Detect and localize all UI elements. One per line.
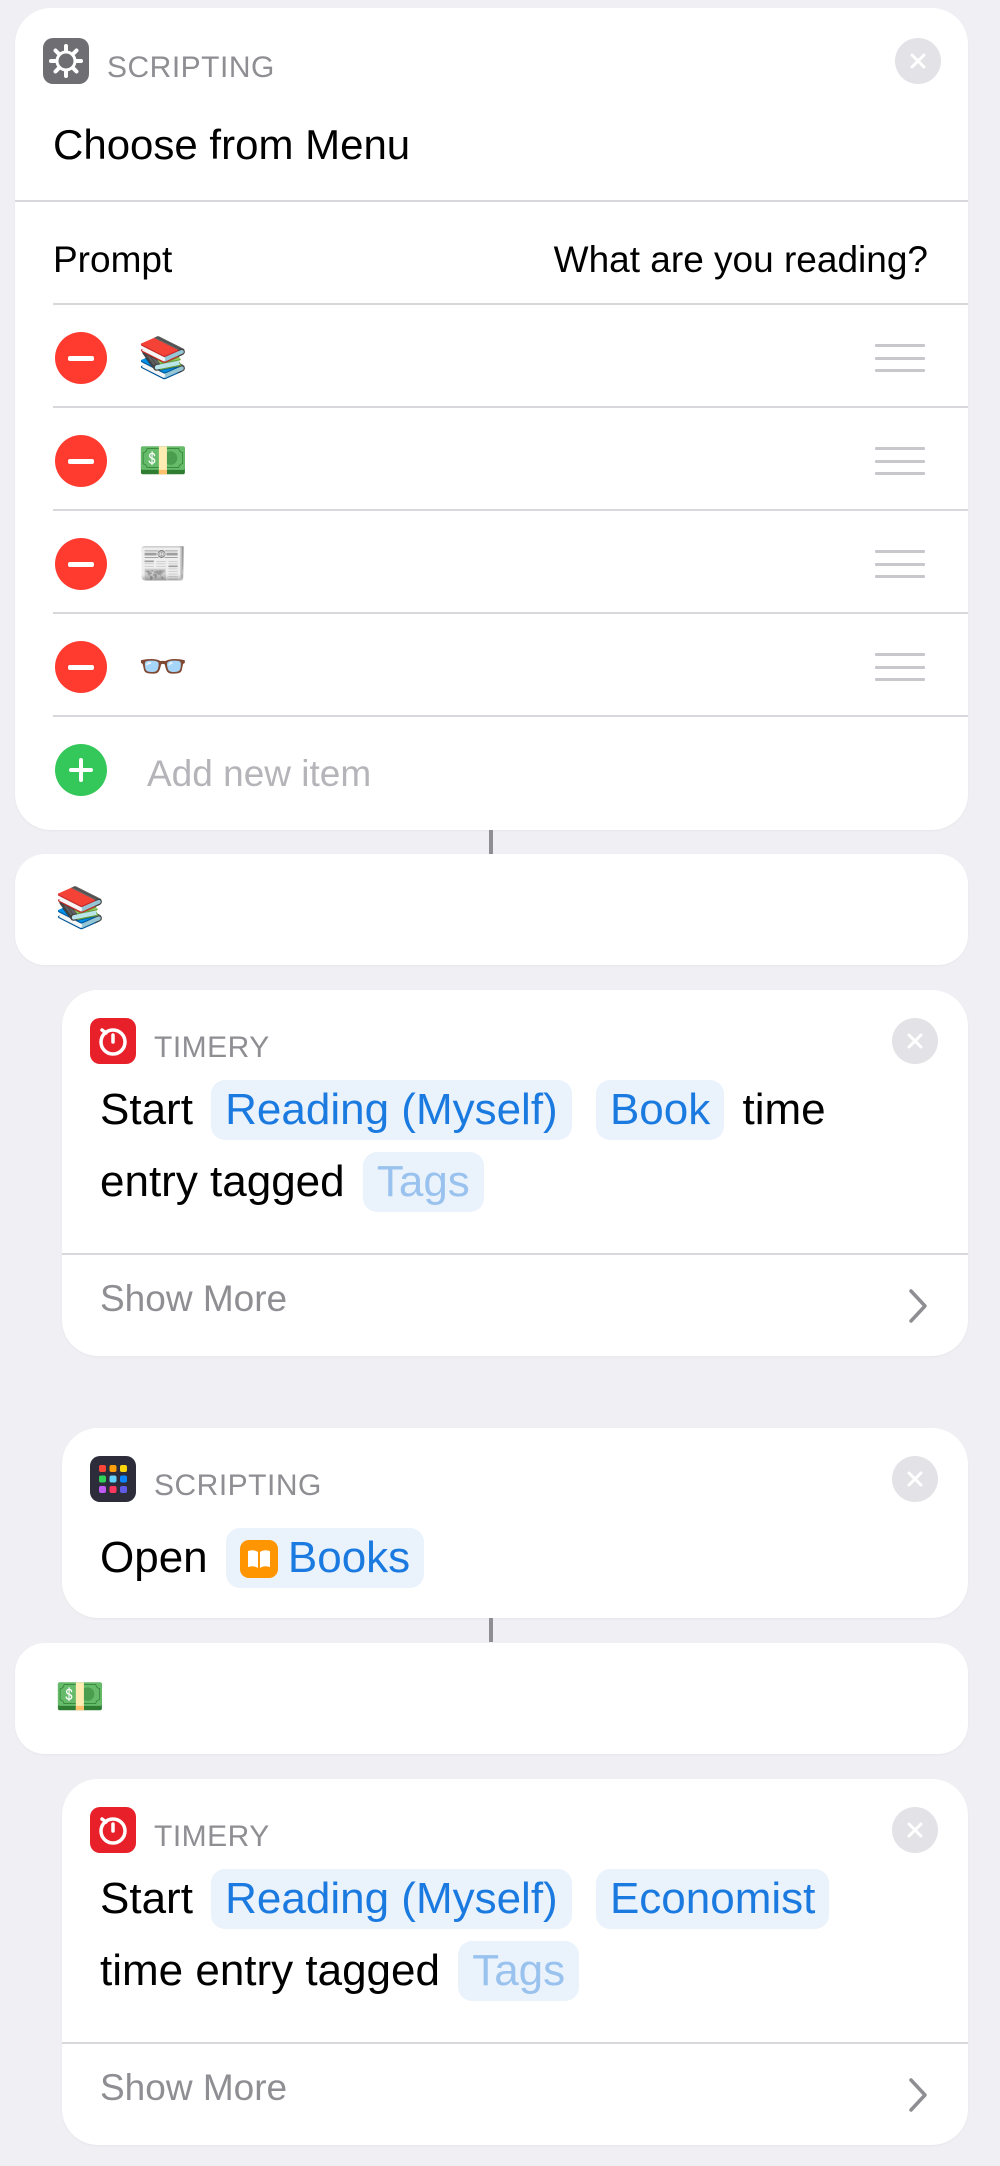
timery-start-entry-card: TIMERY Start Reading (Myself) Economist … [62, 1779, 968, 2145]
prompt-label: Prompt [53, 239, 173, 280]
project-token[interactable]: Reading (Myself) [211, 1869, 572, 1929]
minus-icon [68, 458, 94, 464]
open-app-card: SCRIPTING Open Books [62, 1428, 968, 1618]
reorder-handle-icon[interactable] [875, 653, 925, 681]
books-app-icon [239, 1540, 278, 1578]
close-icon [907, 1471, 923, 1487]
item-emoji[interactable]: 📰 [138, 544, 188, 584]
add-new-item-label[interactable]: Add new item [147, 753, 371, 795]
close-button[interactable] [892, 1018, 938, 1064]
delete-item-button[interactable] [55, 641, 107, 693]
reorder-handle-icon[interactable] [875, 344, 925, 372]
item-emoji[interactable]: 💵 [138, 441, 188, 481]
case-emoji: 💵 [55, 1675, 105, 1719]
project-token[interactable]: Reading (Myself) [211, 1080, 572, 1140]
flow-connector [489, 1618, 493, 1642]
time-word: time [742, 1085, 826, 1134]
close-icon [907, 1033, 923, 1049]
item-emoji[interactable]: 📚 [138, 338, 188, 378]
divider [53, 612, 968, 614]
tags-token[interactable]: Tags [362, 1152, 484, 1212]
timery-start-entry-card: TIMERY Start Reading (Myself) Book time … [62, 990, 968, 1356]
show-more-button[interactable]: Show More [100, 2067, 287, 2109]
close-button[interactable] [892, 1456, 938, 1502]
case-emoji: 📚 [55, 886, 105, 930]
close-button[interactable] [892, 1807, 938, 1853]
divider [53, 715, 968, 717]
action-title: Choose from Menu [53, 121, 411, 168]
app-label: TIMERY [154, 1820, 270, 1853]
delete-item-button[interactable] [55, 435, 107, 487]
menu-case-header: 💵 [15, 1643, 968, 1754]
timer-icon [90, 1018, 136, 1064]
app-token-label: Books [287, 1533, 411, 1582]
app-label: SCRIPTING [107, 51, 275, 84]
app-grid-icon [90, 1456, 136, 1502]
description-token[interactable]: Economist [595, 1869, 830, 1929]
app-token[interactable]: Books [225, 1528, 425, 1588]
entry-tagged-text: entry tagged [100, 1157, 345, 1206]
plus-icon [69, 758, 93, 782]
minus-icon [68, 561, 94, 567]
choose-from-menu-card: SCRIPTING Choose from Menu Prompt What a… [15, 8, 968, 830]
gear-icon [43, 38, 89, 84]
delete-item-button[interactable] [55, 538, 107, 590]
divider [62, 1253, 968, 1255]
show-more-button[interactable]: Show More [100, 1278, 287, 1320]
app-label: TIMERY [154, 1031, 270, 1064]
close-icon [910, 53, 926, 69]
close-button[interactable] [895, 38, 941, 84]
item-emoji[interactable]: 👓 [138, 647, 188, 687]
action-sentence: Start Reading (Myself) Economist time en… [100, 1863, 960, 2007]
divider [62, 2042, 968, 2044]
action-sentence: Open Books [100, 1522, 960, 1594]
divider [53, 303, 968, 305]
minus-icon [68, 664, 94, 670]
delete-item-button[interactable] [55, 332, 107, 384]
action-sentence: Start Reading (Myself) Book time entry t… [100, 1074, 960, 1218]
reorder-handle-icon[interactable] [875, 550, 925, 578]
tags-token[interactable]: Tags [458, 1941, 580, 2001]
close-icon [907, 1822, 923, 1838]
add-item-button[interactable] [55, 744, 107, 796]
app-label: SCRIPTING [154, 1469, 322, 1502]
open-word: Open [100, 1533, 208, 1582]
divider [53, 406, 968, 408]
start-word: Start [100, 1085, 193, 1134]
chevron-right-icon[interactable] [907, 2076, 929, 2114]
time-entry-tagged-text: time entry tagged [100, 1946, 440, 1995]
timer-icon [90, 1807, 136, 1853]
chevron-right-icon[interactable] [907, 1287, 929, 1325]
minus-icon [68, 355, 94, 361]
description-token[interactable]: Book [595, 1080, 725, 1140]
flow-connector [489, 830, 493, 854]
reorder-handle-icon[interactable] [875, 447, 925, 475]
start-word: Start [100, 1874, 193, 1923]
menu-case-header: 📚 [15, 854, 968, 965]
divider [15, 200, 968, 202]
divider [53, 509, 968, 511]
prompt-value[interactable]: What are you reading? [554, 239, 928, 281]
